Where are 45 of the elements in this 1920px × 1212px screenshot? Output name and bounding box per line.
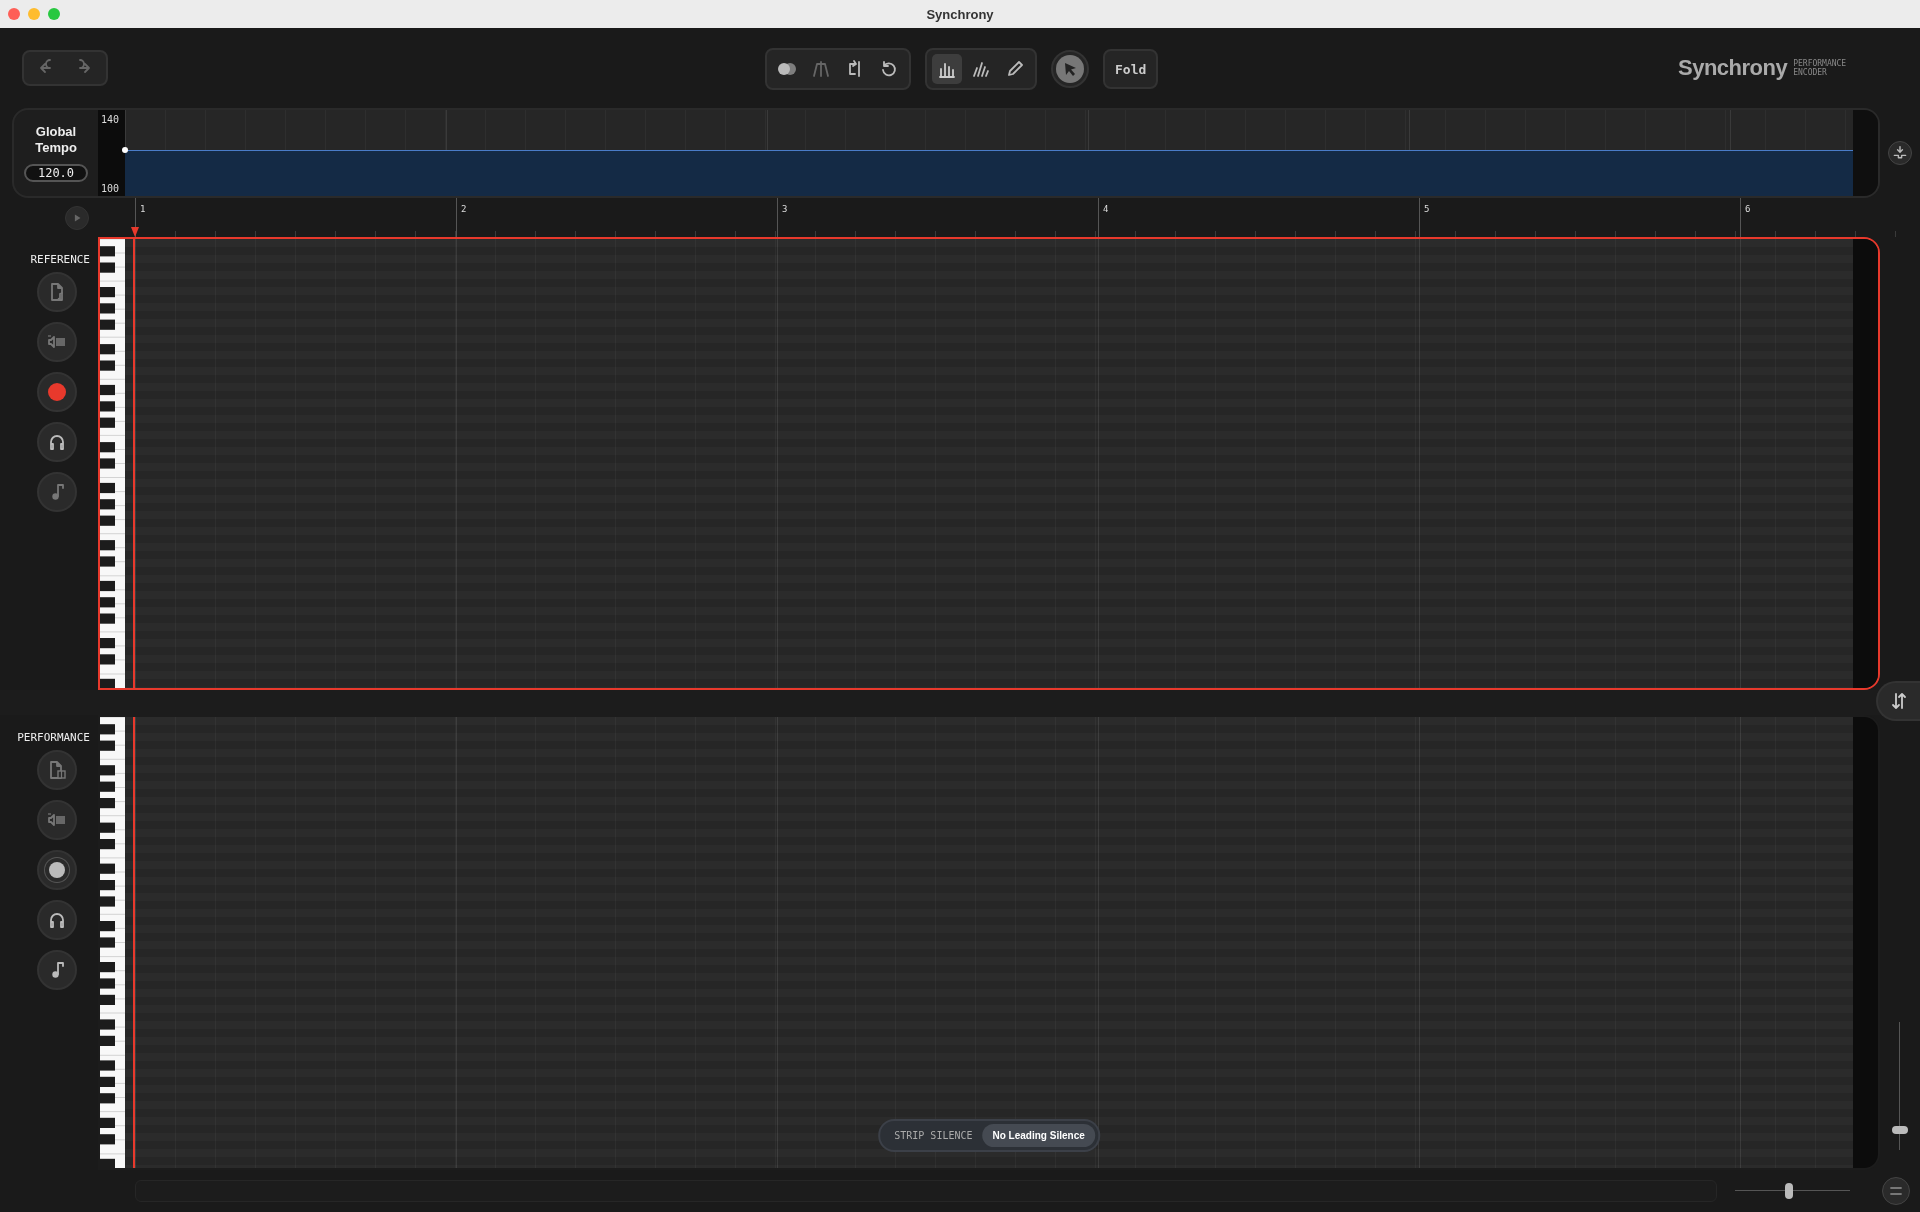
tempo-label: Global Tempo bbox=[34, 124, 78, 156]
load-file-button[interactable] bbox=[36, 750, 77, 790]
swap-icon bbox=[1889, 691, 1909, 711]
piano-keyboard[interactable] bbox=[100, 239, 125, 688]
record-icon bbox=[47, 383, 66, 401]
close-button[interactable] bbox=[8, 8, 20, 20]
silence-option[interactable]: No Leading Silence bbox=[982, 1124, 1095, 1147]
record-button[interactable] bbox=[36, 372, 77, 412]
record-icon bbox=[48, 862, 65, 878]
track-label: PERFORMANCE bbox=[17, 731, 90, 744]
audio-input-button[interactable] bbox=[36, 800, 77, 840]
window-title: Synchrony bbox=[925, 6, 995, 22]
horizontal-zoom-slider[interactable] bbox=[1735, 1183, 1850, 1199]
bars-tool-button[interactable] bbox=[932, 54, 962, 84]
pointer-button[interactable] bbox=[1051, 50, 1089, 88]
axis-label: 100 bbox=[101, 183, 121, 194]
axis-label: 140 bbox=[101, 114, 121, 125]
logo-tagline: PERFORMANCE bbox=[1793, 59, 1847, 68]
load-file-button[interactable] bbox=[36, 272, 77, 312]
app-logo: Synchrony bbox=[1678, 55, 1788, 81]
headphones-button[interactable] bbox=[36, 900, 77, 940]
piano-keyboard[interactable] bbox=[100, 717, 125, 1168]
slant-bars-icon bbox=[971, 59, 991, 79]
arrow-step-icon bbox=[1892, 145, 1908, 161]
vertical-zoom-slider[interactable] bbox=[1892, 1022, 1908, 1150]
midi-button[interactable] bbox=[36, 472, 77, 512]
logo-tagline: ENCODER bbox=[1793, 68, 1828, 77]
midi-button[interactable] bbox=[36, 950, 77, 990]
slider-thumb[interactable] bbox=[1785, 1183, 1794, 1199]
record-button[interactable] bbox=[36, 850, 77, 890]
fold-button[interactable]: Fold bbox=[1103, 49, 1159, 89]
align-icon bbox=[811, 59, 831, 79]
track-label: REFERENCE bbox=[30, 253, 90, 266]
playhead-marker[interactable] bbox=[131, 227, 139, 237]
tempo-value-field[interactable]: 120.0 bbox=[23, 164, 89, 182]
audio-input-button[interactable] bbox=[36, 322, 77, 362]
step-button[interactable] bbox=[1888, 141, 1912, 165]
menu-button[interactable] bbox=[1882, 1177, 1910, 1205]
headphones-button[interactable] bbox=[36, 422, 77, 462]
pencil-icon bbox=[1005, 59, 1025, 79]
swap-tracks-button[interactable] bbox=[1876, 681, 1920, 721]
reset-icon bbox=[879, 59, 899, 79]
strip-silence-label: STRIP SILENCE bbox=[894, 1130, 973, 1141]
play-button[interactable] bbox=[65, 205, 89, 230]
slider-thumb[interactable] bbox=[1892, 1125, 1908, 1134]
